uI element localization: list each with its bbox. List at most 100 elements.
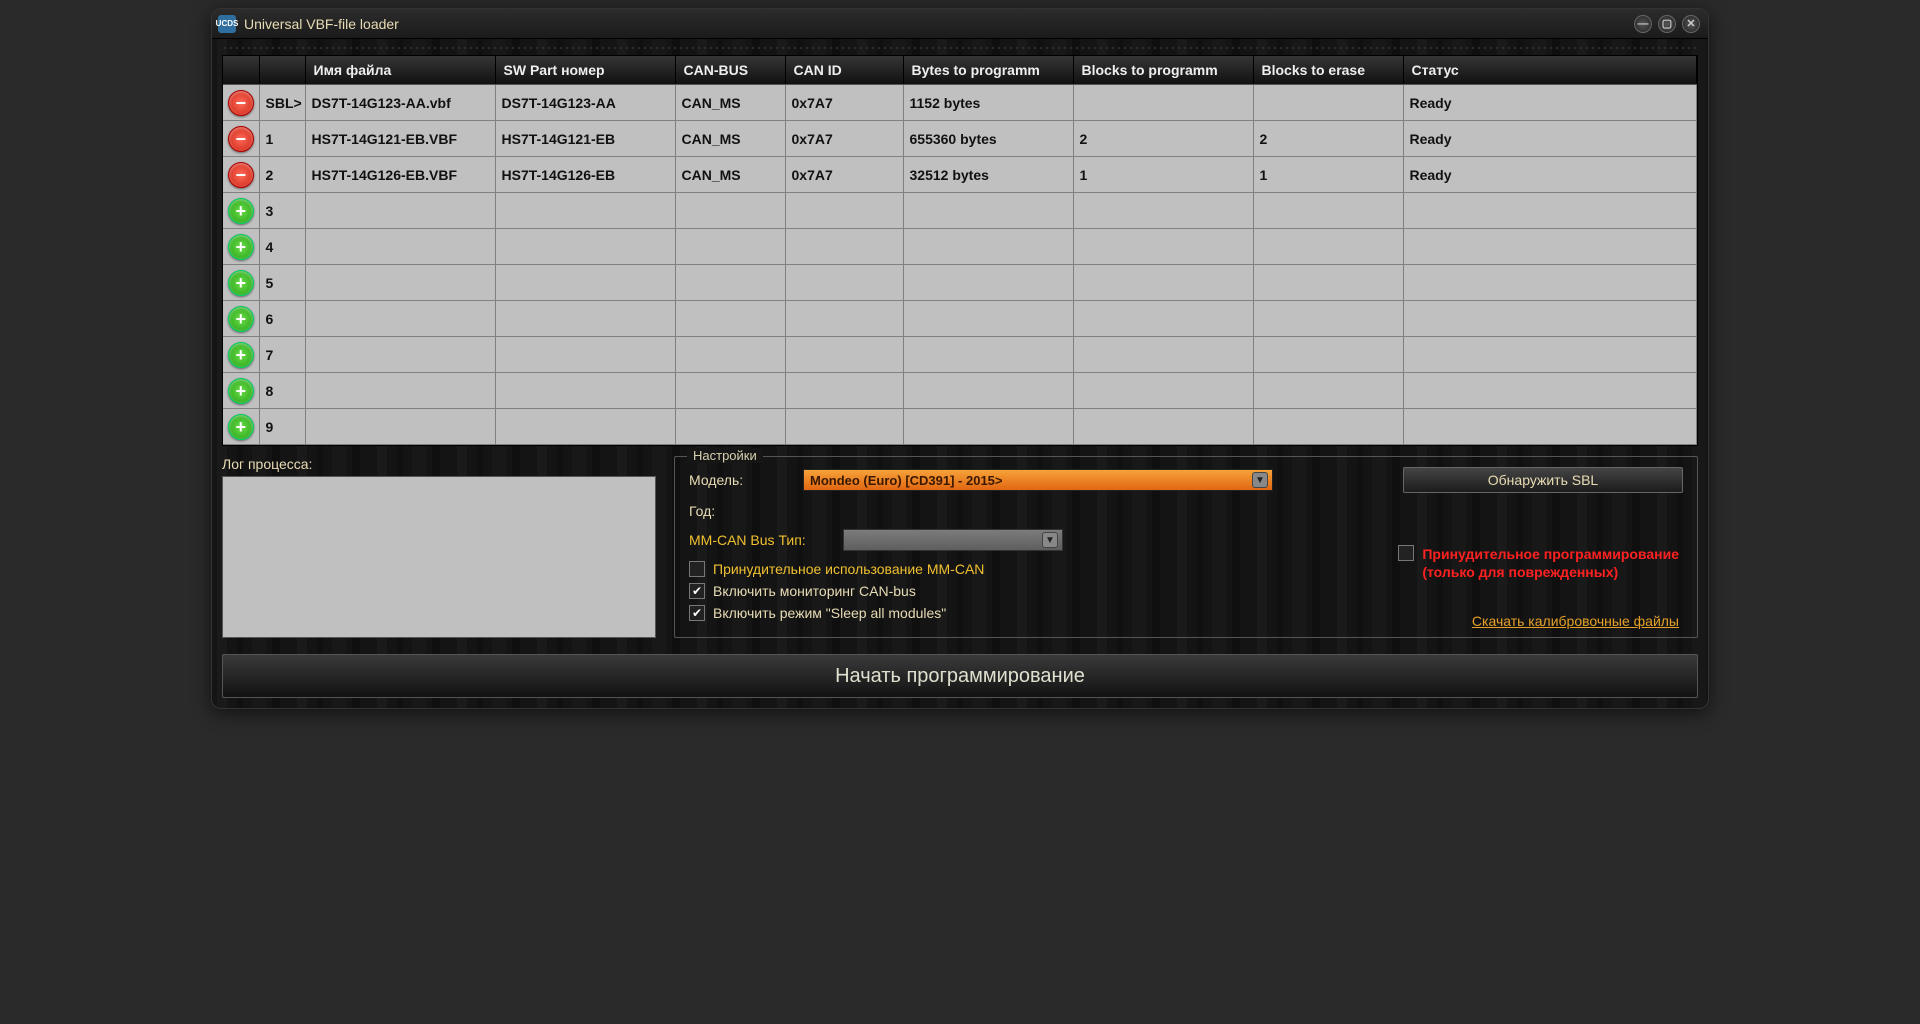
model-select[interactable]: Mondeo (Euro) [CD391] - 2015> ▼ xyxy=(803,469,1273,491)
cell-blocks-erase: 2 xyxy=(1253,121,1403,157)
cell-filename xyxy=(305,229,495,265)
cell-slot: 3 xyxy=(259,193,305,229)
mmcan-select[interactable]: ▼ xyxy=(843,529,1063,551)
cell-filename: HS7T-14G121-EB.VBF xyxy=(305,121,495,157)
settings-legend: Настройки xyxy=(687,448,763,463)
force-mmcan-checkbox[interactable] xyxy=(689,561,705,577)
col-blocks-erase[interactable]: Blocks to erase xyxy=(1253,56,1403,85)
cell-sw-part: DS7T-14G123-AA xyxy=(495,85,675,121)
col-filename[interactable]: Имя файла xyxy=(305,56,495,85)
cell-bytes xyxy=(903,229,1073,265)
cell-filename xyxy=(305,373,495,409)
cell-filename xyxy=(305,193,495,229)
add-icon[interactable]: + xyxy=(228,234,254,260)
remove-icon[interactable]: − xyxy=(228,90,254,116)
remove-icon[interactable]: − xyxy=(228,162,254,188)
cell-canbus xyxy=(675,337,785,373)
cell-canbus: CAN_MS xyxy=(675,85,785,121)
cell-status xyxy=(1403,265,1697,301)
cell-sw-part xyxy=(495,409,675,445)
add-icon[interactable]: + xyxy=(228,378,254,404)
cell-status xyxy=(1403,193,1697,229)
table-row[interactable]: +9 xyxy=(223,409,1697,445)
cell-sw-part: HS7T-14G121-EB xyxy=(495,121,675,157)
cell-canbus xyxy=(675,229,785,265)
start-programming-button[interactable]: Начать программирование xyxy=(222,654,1698,698)
cell-slot: 1 xyxy=(259,121,305,157)
col-sw-part[interactable]: SW Part номер xyxy=(495,56,675,85)
cell-status xyxy=(1403,373,1697,409)
cell-blocks-erase xyxy=(1253,373,1403,409)
table-row[interactable]: +7 xyxy=(223,337,1697,373)
col-status[interactable]: Статус xyxy=(1403,56,1697,85)
cell-bytes xyxy=(903,193,1073,229)
maximize-button[interactable]: ▢ xyxy=(1658,15,1676,33)
col-canbus[interactable]: CAN-BUS xyxy=(675,56,785,85)
cell-bytes: 32512 bytes xyxy=(903,157,1073,193)
chevron-down-icon: ▼ xyxy=(1252,472,1268,488)
cell-status: Ready xyxy=(1403,85,1697,121)
table-row[interactable]: +8 xyxy=(223,373,1697,409)
titlebar[interactable]: UCDS Universal VBF-file loader — ▢ ✕ xyxy=(212,9,1708,39)
add-icon[interactable]: + xyxy=(228,414,254,440)
cell-blocks-prog xyxy=(1073,265,1253,301)
table-row[interactable]: +4 xyxy=(223,229,1697,265)
cell-blocks-prog xyxy=(1073,193,1253,229)
window-title: Universal VBF-file loader xyxy=(244,16,399,32)
cell-bytes xyxy=(903,337,1073,373)
cell-status xyxy=(1403,337,1697,373)
force-programming-checkbox[interactable] xyxy=(1398,545,1414,561)
add-icon[interactable]: + xyxy=(228,342,254,368)
table-row[interactable]: −1HS7T-14G121-EB.VBFHS7T-14G121-EBCAN_MS… xyxy=(223,121,1697,157)
close-button[interactable]: ✕ xyxy=(1682,15,1700,33)
cell-blocks-prog: 1 xyxy=(1073,157,1253,193)
add-icon[interactable]: + xyxy=(228,306,254,332)
table-row[interactable]: +3 xyxy=(223,193,1697,229)
model-select-value: Mondeo (Euro) [CD391] - 2015> xyxy=(810,473,1003,488)
cell-filename xyxy=(305,409,495,445)
cell-canbus xyxy=(675,301,785,337)
remove-icon[interactable]: − xyxy=(228,126,254,152)
model-label: Модель: xyxy=(689,472,789,488)
cell-canid xyxy=(785,337,903,373)
app-logo-icon: UCDS xyxy=(218,15,236,33)
table-row[interactable]: −SBL>DS7T-14G123-AA.vbfDS7T-14G123-AACAN… xyxy=(223,85,1697,121)
log-label: Лог процесса: xyxy=(222,456,656,472)
cell-sw-part xyxy=(495,265,675,301)
cell-canbus xyxy=(675,265,785,301)
col-canid[interactable]: CAN ID xyxy=(785,56,903,85)
mmcan-label: MM-CAN Bus Тип: xyxy=(689,532,829,548)
table-row[interactable]: +5 xyxy=(223,265,1697,301)
monitor-canbus-checkbox[interactable] xyxy=(689,583,705,599)
table-row[interactable]: +6 xyxy=(223,301,1697,337)
cell-status xyxy=(1403,409,1697,445)
chevron-down-icon: ▼ xyxy=(1042,532,1058,548)
cell-bytes: 1152 bytes xyxy=(903,85,1073,121)
cell-blocks-erase xyxy=(1253,409,1403,445)
cell-slot: 7 xyxy=(259,337,305,373)
col-action[interactable] xyxy=(223,56,259,85)
add-icon[interactable]: + xyxy=(228,270,254,296)
cell-canid xyxy=(785,265,903,301)
cell-bytes xyxy=(903,409,1073,445)
detect-sbl-button[interactable]: Обнаружить SBL xyxy=(1403,467,1683,493)
cell-canid: 0x7A7 xyxy=(785,121,903,157)
cell-blocks-erase xyxy=(1253,265,1403,301)
settings-panel: Настройки Модель: Mondeo (Euro) [CD391] … xyxy=(674,456,1698,638)
cell-bytes xyxy=(903,301,1073,337)
cell-canid xyxy=(785,409,903,445)
sleep-modules-checkbox[interactable] xyxy=(689,605,705,621)
cell-sw-part xyxy=(495,373,675,409)
col-blocks-prog[interactable]: Blocks to programm xyxy=(1073,56,1253,85)
monitor-canbus-label: Включить мониторинг CAN-bus xyxy=(713,583,916,599)
log-textarea[interactable] xyxy=(222,476,656,638)
cell-sw-part: HS7T-14G126-EB xyxy=(495,157,675,193)
table-row[interactable]: −2HS7T-14G126-EB.VBFHS7T-14G126-EBCAN_MS… xyxy=(223,157,1697,193)
minimize-button[interactable]: — xyxy=(1634,15,1652,33)
col-bytes[interactable]: Bytes to programm xyxy=(903,56,1073,85)
cell-sw-part xyxy=(495,301,675,337)
cell-blocks-prog xyxy=(1073,373,1253,409)
download-calibration-link[interactable]: Скачать калибровочные файлы xyxy=(1472,613,1679,629)
add-icon[interactable]: + xyxy=(228,198,254,224)
col-slot[interactable] xyxy=(259,56,305,85)
